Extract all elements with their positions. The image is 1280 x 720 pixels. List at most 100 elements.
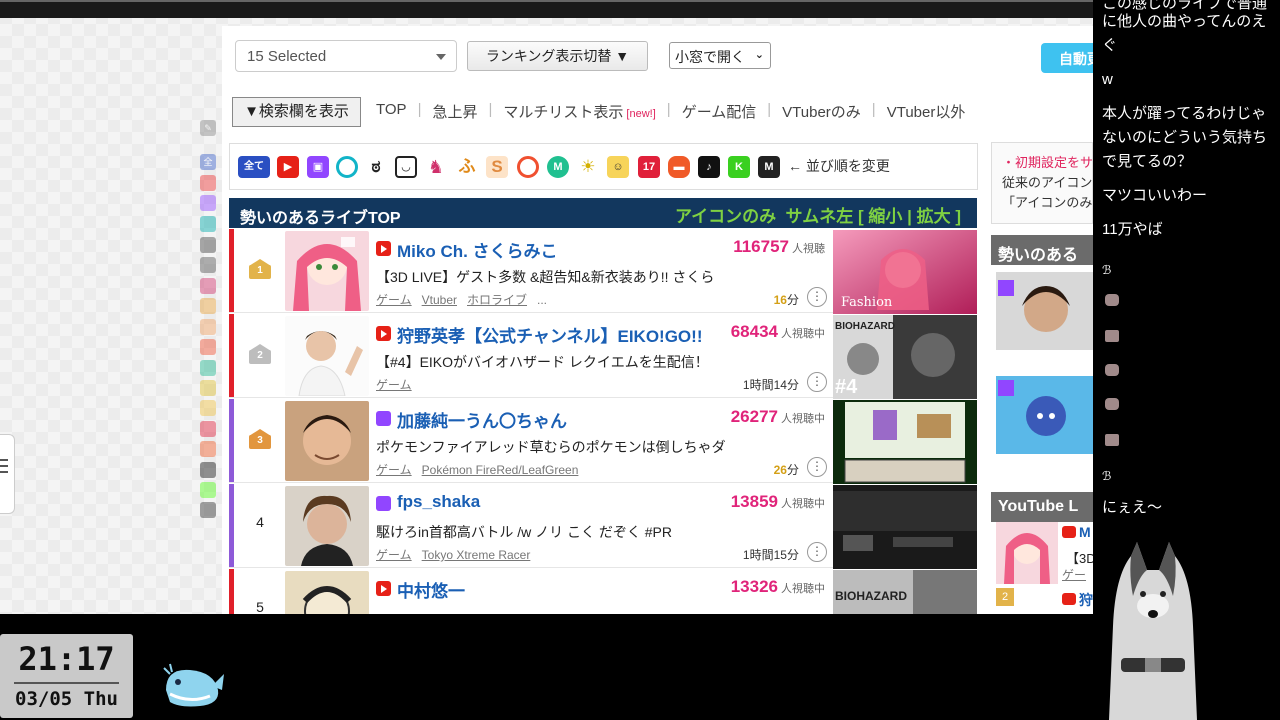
stream-thumbnail[interactable]: BIOHAZARD #4 xyxy=(833,315,977,399)
kick-icon[interactable] xyxy=(200,482,216,498)
unicorn-icon[interactable]: ♞ xyxy=(425,156,447,178)
openrec-icon[interactable] xyxy=(336,156,358,178)
unicorn-icon[interactable] xyxy=(200,278,216,294)
niconico-icon[interactable]: ಠ xyxy=(365,156,387,178)
showroom-icon[interactable]: ▬ xyxy=(668,156,690,178)
twitch-icon[interactable]: ▣ xyxy=(307,156,329,178)
edit-icon[interactable]: ✎ xyxy=(200,120,216,136)
stream-thumbnail[interactable]: Fashion xyxy=(833,230,977,314)
tag[interactable]: ゲーム xyxy=(376,548,412,562)
target-icon[interactable] xyxy=(200,339,216,355)
fuwa-icon[interactable] xyxy=(200,298,216,314)
opt-thumb-left[interactable]: サムネ左 xyxy=(786,207,854,226)
sort-order-note[interactable]: ← 並び順を変更 xyxy=(788,156,890,176)
ranking-row[interactable]: 3 加藤純一うん〇ちゃん 26277 人視聴中 ポケモンファイアレッド草むらのポケ… xyxy=(229,399,833,483)
tag[interactable]: Vtuber xyxy=(422,293,457,307)
side-youtube-name[interactable]: M xyxy=(1079,524,1091,540)
fuwa-icon[interactable]: ふ xyxy=(456,156,478,178)
avatar[interactable] xyxy=(285,316,369,396)
s-icon[interactable]: S xyxy=(486,156,508,178)
stream-title[interactable]: 【#4】EIKOがバイオハザード レクイエムを生配信！ xyxy=(376,352,709,372)
bulb-icon[interactable]: ☀ xyxy=(577,156,599,178)
channel-name[interactable]: 中村悠一 xyxy=(397,577,465,602)
avatar[interactable] xyxy=(285,571,369,614)
platform-select[interactable]: 15 Selected xyxy=(235,40,457,72)
kick-icon[interactable]: K xyxy=(728,156,750,178)
auto-update-button[interactable]: 自動更 xyxy=(1041,43,1093,73)
stream-thumbnail[interactable] xyxy=(833,400,977,484)
nav-link-top[interactable]: TOP xyxy=(372,101,411,122)
ranking-row[interactable]: 1 Miko Ch. さくらみこ 116757 人視聴 【3D LIVE】ゲスト多… xyxy=(229,229,833,313)
opt-icon-only[interactable]: アイコンのみ xyxy=(675,207,776,226)
mildom-icon[interactable]: M xyxy=(547,156,569,178)
side-live-card[interactable] xyxy=(996,272,1093,350)
opt-expand[interactable]: 拡大 xyxy=(917,207,951,226)
side-menu-tab[interactable] xyxy=(0,434,15,514)
avatar[interactable] xyxy=(285,401,369,481)
face-icon[interactable] xyxy=(200,400,216,416)
side-youtube-thumb[interactable] xyxy=(996,522,1058,584)
nicolive-tv-icon[interactable]: ◡ xyxy=(395,156,417,178)
side-live-name[interactable]: 伊牙妊 - Kurage xyxy=(999,458,1087,475)
tag[interactable]: ゲーム xyxy=(376,378,412,392)
tag[interactable]: ゲーム xyxy=(376,293,412,307)
all-filter-icon[interactable]: 全 xyxy=(200,154,216,170)
openrec-icon[interactable] xyxy=(200,216,216,232)
tag[interactable]: Tokyo Xtreme Racer xyxy=(422,548,531,562)
info-line[interactable]: ・初期設定をサ xyxy=(1002,153,1092,173)
youtube-icon[interactable]: ▶ xyxy=(277,156,299,178)
ranking-row[interactable]: 4 fps_shaka 13859 人視聴中 駆けろin首都高バトル /w ノリ … xyxy=(229,484,833,568)
s-icon[interactable] xyxy=(200,319,216,335)
stream-title[interactable]: ポケモンファイアレッド草むらのポケモンは倒しちゃダ xyxy=(376,437,726,457)
channel-name[interactable]: Miko Ch. さくらみこ xyxy=(397,237,558,262)
side-live-card[interactable] xyxy=(996,376,1093,454)
small-window-select[interactable]: 小窓で開く ⌄ xyxy=(669,42,771,69)
nav-link-games[interactable]: ゲーム配信 xyxy=(678,101,761,122)
nav-link-vtuber-only[interactable]: VTuberのみ xyxy=(778,101,865,122)
nicolive-tv-icon[interactable] xyxy=(200,257,216,273)
m-icon[interactable] xyxy=(200,502,216,518)
opt-shrink[interactable]: 縮小 xyxy=(868,207,902,226)
more-options-icon[interactable]: ⋮ xyxy=(807,457,827,477)
channel-name[interactable]: 狩野英孝【公式チャンネル】EIKO!GO!! xyxy=(397,322,702,347)
avatar[interactable] xyxy=(285,231,369,311)
ranking-toggle-button[interactable]: ランキング表示切替 ▼ xyxy=(467,41,648,71)
stream-title[interactable]: 【3D LIVE】ゲスト多数 &超告知&新衣装あり!! さくら xyxy=(376,267,714,287)
tiktok-icon[interactable] xyxy=(200,462,216,478)
more-options-icon[interactable]: ⋮ xyxy=(807,372,827,392)
showroom-icon[interactable] xyxy=(200,441,216,457)
channel-name[interactable]: 加藤純一うん〇ちゃん xyxy=(397,407,567,432)
all-filter-button[interactable]: 全て xyxy=(238,156,270,178)
ranking-row[interactable]: 5 中村悠一 13326 人視聴中 xyxy=(229,569,833,614)
target-icon[interactable] xyxy=(517,156,539,178)
search-toggle-button[interactable]: ▼検索欄を表示 xyxy=(232,97,361,127)
stream-title[interactable]: 駆けろin首都高バトル /w ノリ こく だぞく #PR xyxy=(376,522,672,542)
side-youtube-name[interactable]: 狩 xyxy=(1079,590,1093,610)
m-icon[interactable]: M xyxy=(758,156,780,178)
side-live-name[interactable]: IQ200YukaF xyxy=(999,354,1067,368)
more-options-icon[interactable]: ⋮ xyxy=(807,542,827,562)
nav-link-non-vtuber[interactable]: VTuber以外 xyxy=(883,101,970,122)
tag[interactable]: ホロライブ xyxy=(467,293,527,307)
stream-thumbnail[interactable]: BIOHAZARD xyxy=(833,570,977,614)
more-options-icon[interactable]: ⋮ xyxy=(807,287,827,307)
bulb-icon[interactable] xyxy=(200,380,216,396)
clock-date: 03/05 Thu xyxy=(15,688,118,710)
17live-icon[interactable] xyxy=(200,421,216,437)
nav-link-multilist[interactable]: マルチリスト表示 [new!] xyxy=(499,101,659,122)
youtube-icon[interactable] xyxy=(200,175,216,191)
twitch-icon[interactable] xyxy=(200,195,216,211)
face-icon[interactable]: ☺ xyxy=(607,156,629,178)
tag[interactable]: ゲーム xyxy=(376,463,412,477)
channel-name[interactable]: fps_shaka xyxy=(397,492,480,512)
nav-link-rising[interactable]: 急上昇 xyxy=(428,101,481,122)
side-youtube-tag[interactable]: ゲー xyxy=(1062,566,1086,583)
17live-icon[interactable]: 17 xyxy=(638,156,660,178)
niconico-icon[interactable] xyxy=(200,237,216,253)
tiktok-icon[interactable]: ♪ xyxy=(698,156,720,178)
stream-thumbnail[interactable] xyxy=(833,485,977,569)
tag[interactable]: Pokémon FireRed/LeafGreen xyxy=(422,463,579,477)
ranking-row[interactable]: 2 狩野英孝【公式チャンネル】EIKO!GO!! 68434 人視聴中 【#4】E… xyxy=(229,314,833,398)
avatar[interactable] xyxy=(285,486,369,566)
mildom-icon[interactable] xyxy=(200,360,216,376)
